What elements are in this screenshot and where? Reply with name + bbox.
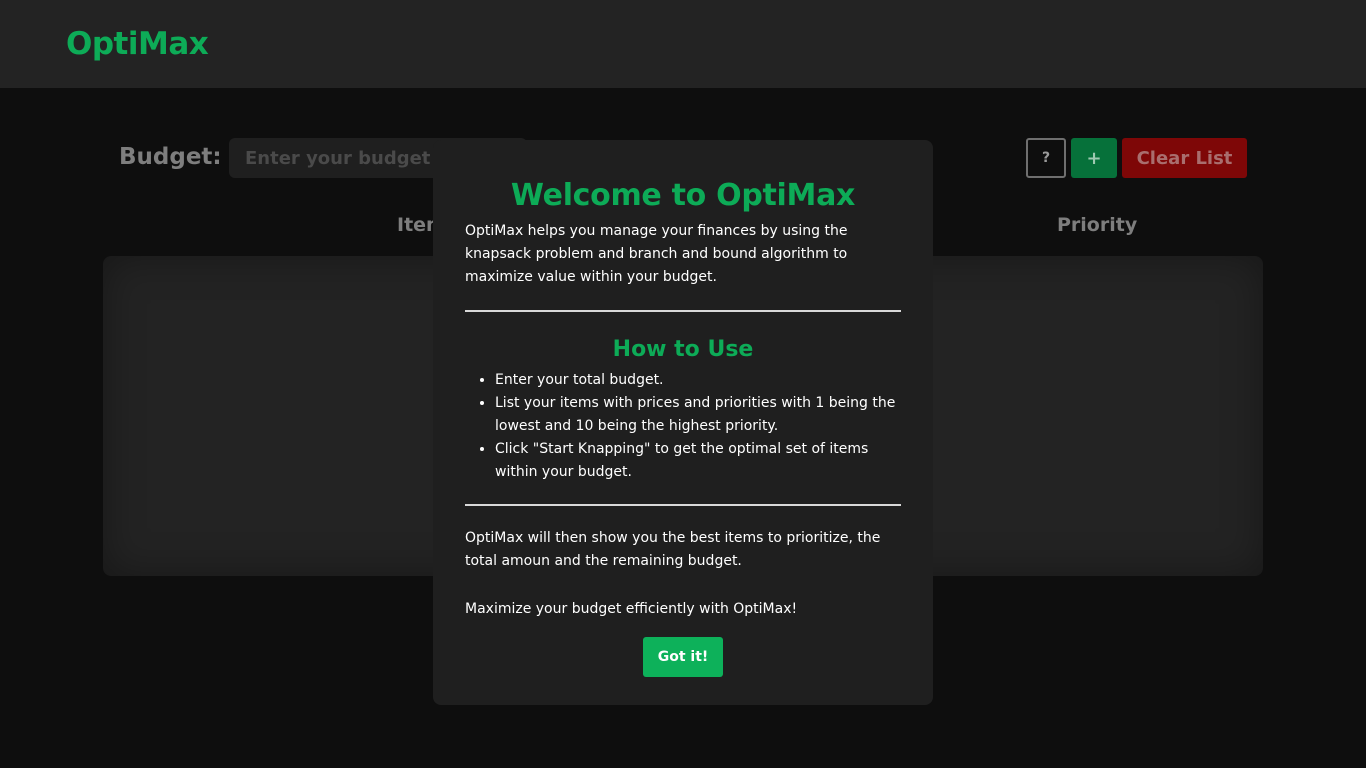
divider	[465, 504, 901, 506]
modal-closing: Maximize your budget efficiently with Op…	[465, 601, 798, 617]
how-to-use-title: How to Use	[612, 337, 754, 362]
budget-label: Budget:	[119, 144, 222, 170]
list-item: List your items with prices and prioriti…	[495, 392, 901, 438]
help-button[interactable]: ?	[1026, 138, 1066, 178]
app-logo[interactable]: OptiMax	[66, 22, 209, 66]
modal-intro: OptiMax helps you manage your finances b…	[465, 223, 848, 285]
how-to-use-list: Enter your total budget. List your items…	[465, 369, 901, 484]
divider	[465, 310, 901, 312]
got-it-button[interactable]: Got it!	[643, 637, 723, 677]
app-header: OptiMax	[0, 0, 1366, 88]
list-item: Enter your total budget.	[495, 369, 901, 392]
list-item: Click "Start Knapping" to get the optima…	[495, 438, 901, 484]
welcome-modal: Welcome to OptiMax OptiMax helps you man…	[433, 140, 933, 705]
column-header-priority: Priority	[1057, 214, 1138, 236]
add-item-button[interactable]: +	[1071, 138, 1117, 178]
modal-outro: OptiMax will then show you the best item…	[465, 530, 881, 569]
modal-title: Welcome to OptiMax	[510, 178, 856, 213]
clear-list-button[interactable]: Clear List	[1122, 138, 1247, 178]
